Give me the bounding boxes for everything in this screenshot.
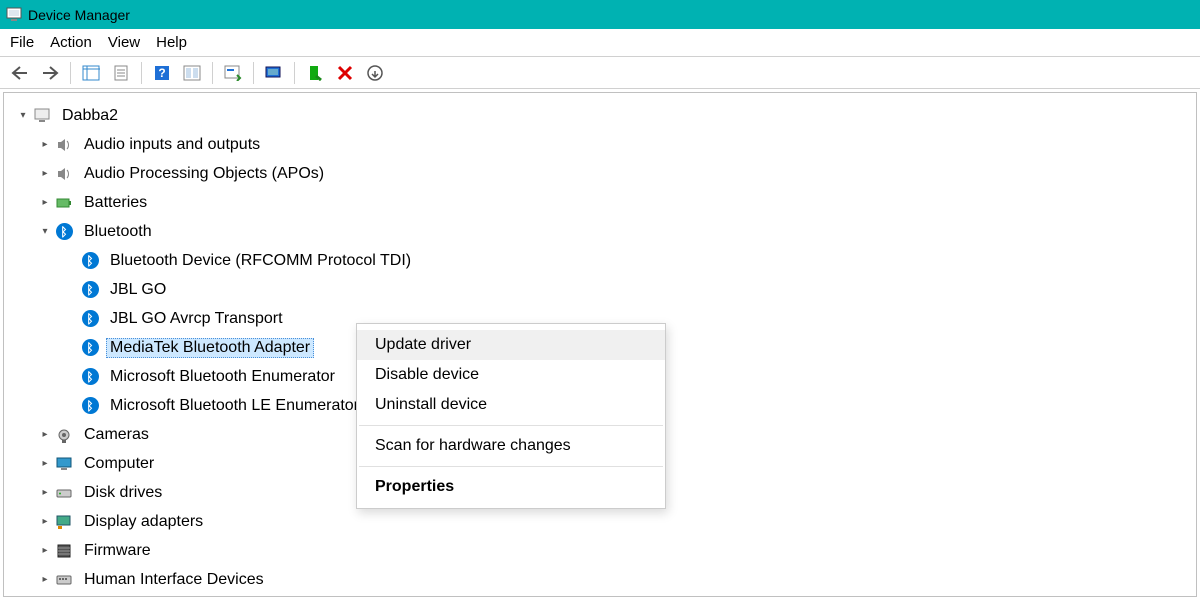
chevron-down-icon[interactable]: ▾ <box>14 107 32 125</box>
ctx-disable-device[interactable]: Disable device <box>357 360 665 390</box>
tree-category-bluetooth[interactable]: ▾ ᛒ Bluetooth <box>8 217 1192 246</box>
titlebar: Device Manager <box>0 0 1200 29</box>
camera-icon <box>54 425 74 445</box>
app-icon <box>6 7 22 23</box>
update-driver-button[interactable] <box>219 60 247 86</box>
tree-root[interactable]: ▾ Dabba2 <box>8 101 1192 130</box>
toolbar-sep <box>253 62 254 84</box>
toolbar: ? <box>0 57 1200 89</box>
scan-hardware-button[interactable] <box>260 60 288 86</box>
bluetooth-icon: ᛒ <box>80 367 100 387</box>
computer-root-icon <box>32 106 52 126</box>
tree-label: Microsoft Bluetooth LE Enumerator <box>106 396 363 416</box>
forward-button[interactable] <box>36 60 64 86</box>
show-tree-button[interactable] <box>77 60 105 86</box>
menu-help[interactable]: Help <box>156 34 187 51</box>
chevron-right-icon[interactable]: ▸ <box>36 513 54 531</box>
tree-device[interactable]: ᛒ Bluetooth Device (RFCOMM Protocol TDI) <box>8 246 1192 275</box>
tree-label: Audio inputs and outputs <box>80 135 264 155</box>
ctx-scan-hardware[interactable]: Scan for hardware changes <box>357 431 665 461</box>
tree-label: Display adapters <box>80 512 207 532</box>
tree-category-hid[interactable]: ▸ Human Interface Devices <box>8 565 1192 594</box>
speaker-icon <box>54 164 74 184</box>
bluetooth-icon: ᛒ <box>80 396 100 416</box>
chevron-right-icon[interactable]: ▸ <box>36 571 54 589</box>
context-menu: Update driver Disable device Uninstall d… <box>356 323 666 509</box>
bluetooth-icon: ᛒ <box>80 251 100 271</box>
help-button[interactable]: ? <box>148 60 176 86</box>
chevron-right-icon[interactable]: ▸ <box>36 542 54 560</box>
chevron-right-icon[interactable]: ▸ <box>36 455 54 473</box>
speaker-icon <box>54 135 74 155</box>
window-title: Device Manager <box>28 7 130 23</box>
disk-icon <box>54 483 74 503</box>
tree-label: Firmware <box>80 541 155 561</box>
bluetooth-icon: ᛒ <box>54 222 74 242</box>
tree-label: JBL GO Avrcp Transport <box>106 309 287 329</box>
tree-label: Disk drives <box>80 483 166 503</box>
disable-device-button[interactable] <box>331 60 359 86</box>
tree-label: JBL GO <box>106 280 170 300</box>
chevron-down-icon[interactable]: ▾ <box>36 223 54 241</box>
display-adapter-icon <box>54 512 74 532</box>
ctx-separator <box>359 425 663 426</box>
menu-file[interactable]: File <box>10 34 34 51</box>
ctx-properties[interactable]: Properties <box>357 472 665 502</box>
monitor-icon <box>54 454 74 474</box>
tree-label: MediaTek Bluetooth Adapter <box>106 338 314 358</box>
back-button[interactable] <box>6 60 34 86</box>
chevron-right-icon[interactable]: ▸ <box>36 165 54 183</box>
tree-label: Human Interface Devices <box>80 570 268 590</box>
toolbar-sep <box>70 62 71 84</box>
toolbar-sep <box>294 62 295 84</box>
ctx-separator <box>359 466 663 467</box>
enable-device-button[interactable] <box>301 60 329 86</box>
toolbar-sep <box>141 62 142 84</box>
tree-category-firmware[interactable]: ▸ Firmware <box>8 536 1192 565</box>
menubar: File Action View Help <box>0 29 1200 57</box>
tree-category-batteries[interactable]: ▸ Batteries <box>8 188 1192 217</box>
bluetooth-icon: ᛒ <box>80 280 100 300</box>
tree-label: Microsoft Bluetooth Enumerator <box>106 367 339 387</box>
tree-category-audio-io[interactable]: ▸ Audio inputs and outputs <box>8 130 1192 159</box>
tree-label: Bluetooth <box>80 222 156 242</box>
menu-action[interactable]: Action <box>50 34 92 51</box>
tree-device[interactable]: ᛒ JBL GO <box>8 275 1192 304</box>
firmware-icon <box>54 541 74 561</box>
tree-label: Cameras <box>80 425 153 445</box>
properties-sheet-button[interactable] <box>107 60 135 86</box>
bluetooth-icon: ᛒ <box>80 338 100 358</box>
menu-view[interactable]: View <box>108 34 140 51</box>
svg-text:?: ? <box>158 66 165 80</box>
tree-label: Dabba2 <box>58 106 122 126</box>
device-tree-panel: ▾ Dabba2 ▸ Audio inputs and outputs ▸ Au… <box>3 92 1197 597</box>
chevron-right-icon[interactable]: ▸ <box>36 484 54 502</box>
toolbar-sep <box>212 62 213 84</box>
tree-label: Audio Processing Objects (APOs) <box>80 164 328 184</box>
tree-label: Bluetooth Device (RFCOMM Protocol TDI) <box>106 251 415 271</box>
tree-label: Batteries <box>80 193 151 213</box>
tree-label: Computer <box>80 454 158 474</box>
tree-category-display[interactable]: ▸ Display adapters <box>8 507 1192 536</box>
chevron-right-icon[interactable]: ▸ <box>36 194 54 212</box>
bluetooth-icon: ᛒ <box>80 309 100 329</box>
uninstall-device-button[interactable] <box>361 60 389 86</box>
action-prop-button[interactable] <box>178 60 206 86</box>
battery-icon <box>54 193 74 213</box>
tree-category-audio-apo[interactable]: ▸ Audio Processing Objects (APOs) <box>8 159 1192 188</box>
ctx-update-driver[interactable]: Update driver <box>357 330 665 360</box>
ctx-uninstall-device[interactable]: Uninstall device <box>357 390 665 420</box>
chevron-right-icon[interactable]: ▸ <box>36 136 54 154</box>
hid-icon <box>54 570 74 590</box>
chevron-right-icon[interactable]: ▸ <box>36 426 54 444</box>
